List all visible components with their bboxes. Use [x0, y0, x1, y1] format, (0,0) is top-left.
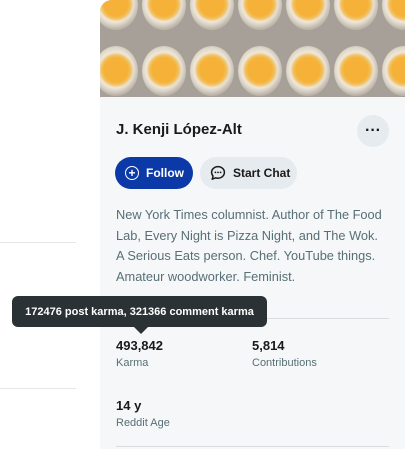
- follow-button[interactable]: + Follow: [115, 157, 193, 189]
- contributions-value: 5,814: [252, 338, 285, 353]
- contributions-label: Contributions: [252, 357, 317, 369]
- profile-banner-image: [100, 0, 405, 97]
- karma-value: 493,842: [116, 338, 163, 353]
- feed-divider: [0, 242, 76, 243]
- karma-label: Karma: [116, 357, 149, 369]
- start-chat-button[interactable]: Start Chat: [200, 157, 297, 189]
- more-horizontal-icon: ···: [365, 122, 381, 139]
- feed-divider: [0, 388, 76, 389]
- profile-name: J. Kenji López-Alt: [116, 121, 242, 138]
- banner-egg-row: [100, 0, 405, 30]
- section-divider: [116, 446, 389, 447]
- banner-egg-row: [100, 46, 405, 96]
- plus-circle-icon: +: [125, 166, 139, 180]
- karma-tooltip: 172476 post karma, 321366 comment karma: [12, 296, 267, 327]
- tooltip-arrow: [134, 327, 148, 334]
- karma-tooltip-text: 172476 post karma, 321366 comment karma: [25, 305, 254, 318]
- follow-button-label: Follow: [146, 166, 184, 180]
- page: J. Kenji López-Alt ··· + Follow Start Ch…: [0, 0, 405, 449]
- reddit-age-value: 14 y: [116, 398, 142, 413]
- reddit-age-label: Reddit Age: [116, 417, 170, 429]
- profile-card: J. Kenji López-Alt ··· + Follow Start Ch…: [100, 0, 405, 449]
- start-chat-label: Start Chat: [233, 166, 291, 180]
- profile-bio: New York Times columnist. Author of The …: [116, 207, 382, 284]
- more-options-button[interactable]: ···: [357, 115, 389, 147]
- chat-bubble-icon: [210, 165, 226, 180]
